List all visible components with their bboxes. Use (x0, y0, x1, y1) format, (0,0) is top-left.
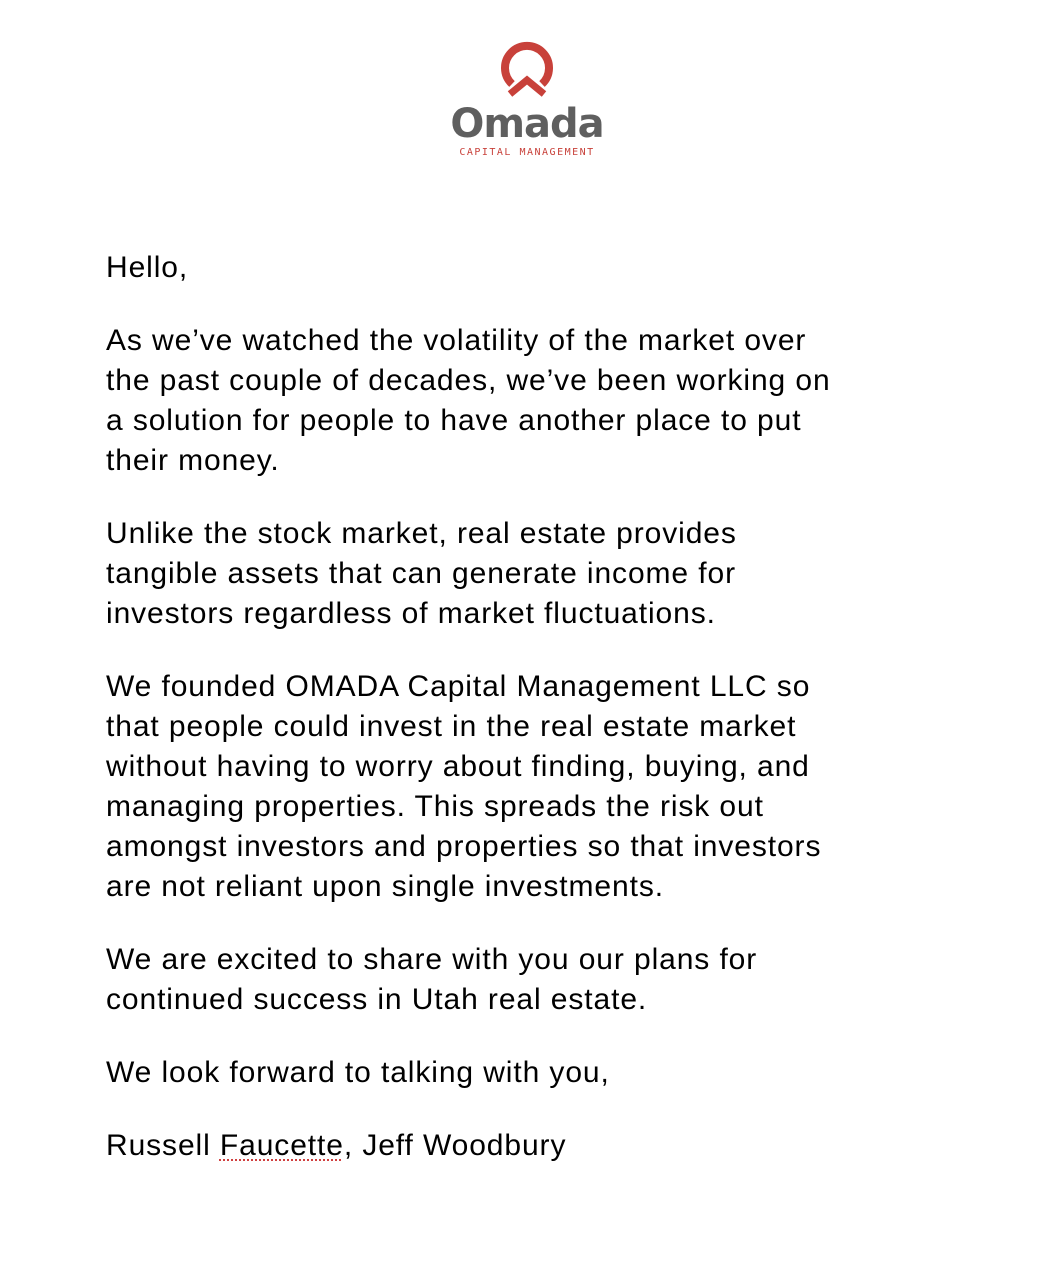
signature-misspelled-surname[interactable]: Faucette (220, 1129, 344, 1162)
closing: We look forward to talking with you, (106, 1056, 610, 1089)
paragraph-real-estate: Unlike the stock market, real estate pro… (106, 517, 737, 630)
letter-body: Hello, As we’ve watched the volatility o… (106, 248, 946, 1199)
company-logo: Omada CAPITAL MANAGEMENT (0, 40, 1054, 159)
omada-roof-ring-icon (501, 41, 553, 97)
signature-first-name: Russell (106, 1129, 220, 1162)
paragraph-founding: We founded OMADA Capital Management LLC … (106, 670, 822, 903)
paragraph-plans: We are excited to share with you our pla… (106, 943, 758, 1016)
logo-wordmark: Omada (450, 101, 604, 147)
greeting: Hello, (106, 251, 189, 284)
signature: Russell Faucette, Jeff Woodbury (106, 1126, 946, 1166)
logo-tagline: CAPITAL MANAGEMENT (459, 147, 595, 158)
paragraph-volatility: As we’ve watched the volatility of the m… (106, 324, 831, 477)
signature-rest: , Jeff Woodbury (343, 1129, 567, 1162)
